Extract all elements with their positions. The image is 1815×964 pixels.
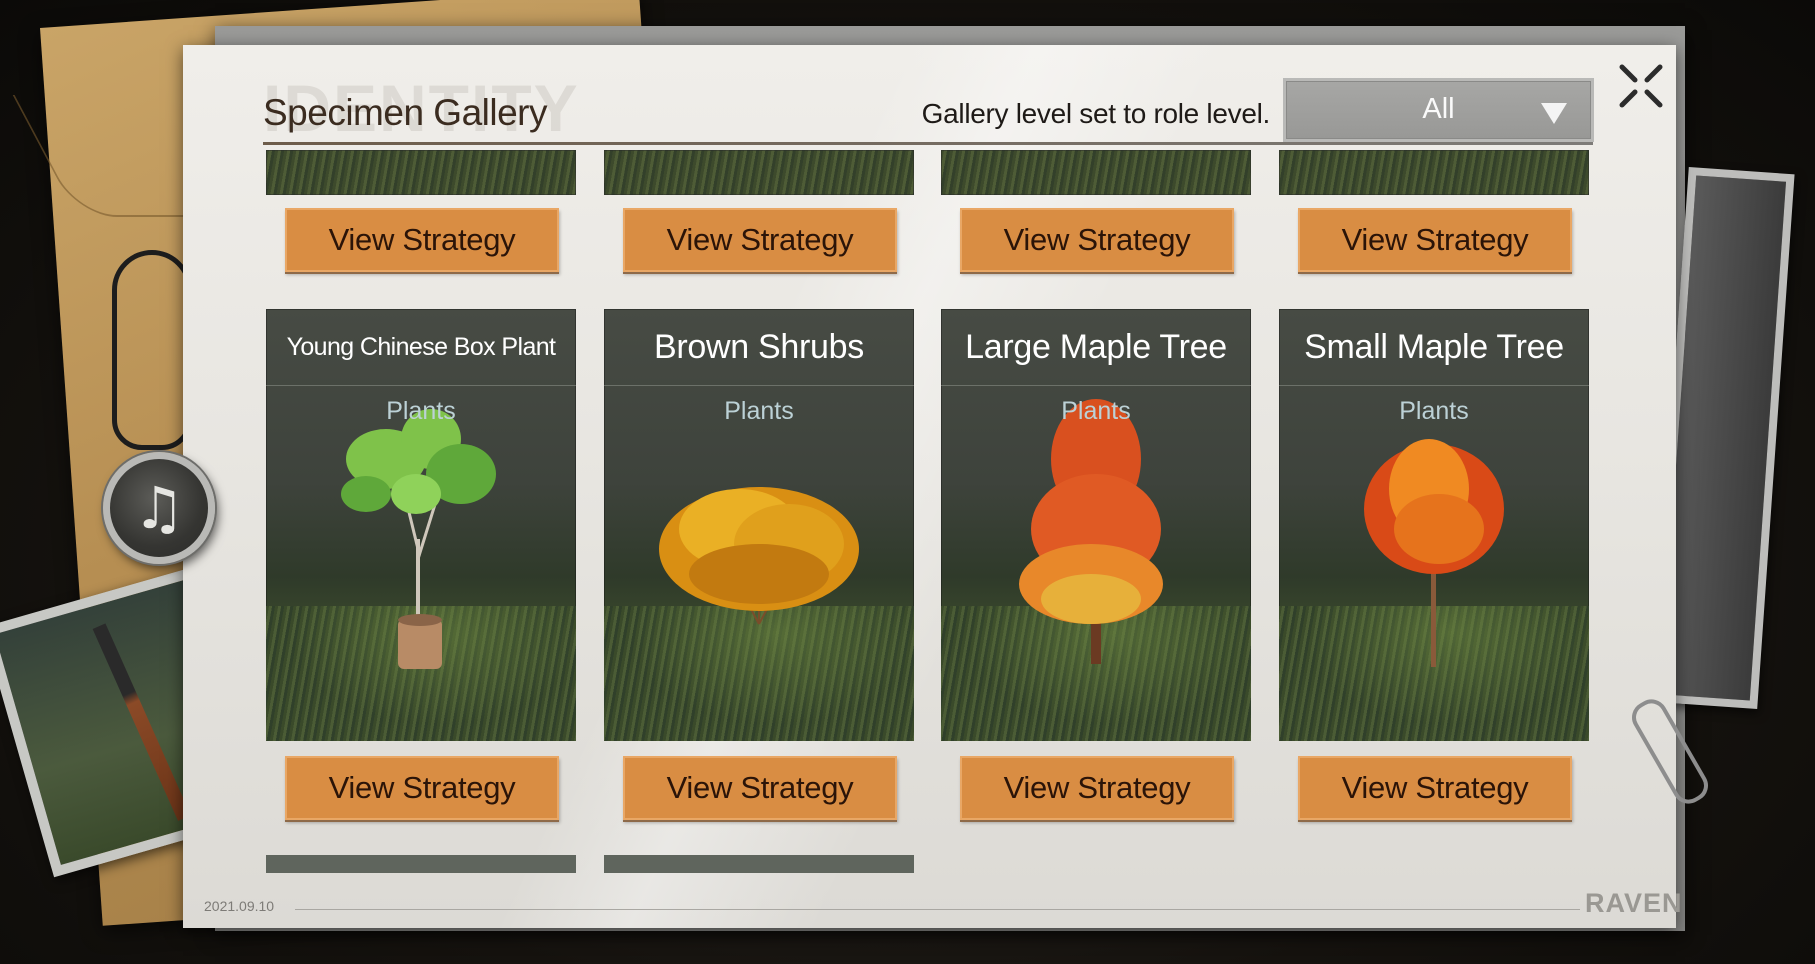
view-strategy-button[interactable]: View Strategy: [1298, 756, 1572, 820]
partial-card[interactable]: [604, 855, 914, 873]
card-category: Plants: [1061, 397, 1131, 425]
specimen-card-brown-shrubs[interactable]: Brown Shrubs Plants: [604, 309, 914, 741]
footer-date: 2021.09.10: [204, 898, 275, 914]
card-category: Plants: [386, 397, 456, 425]
card-name: Small Maple Tree: [1279, 309, 1589, 386]
card-name: Young Chinese Box Plant: [266, 309, 576, 386]
title-divider: [263, 142, 1593, 145]
specimen-card-young-chinese-box-plant[interactable]: Young Chinese Box Plant Plants: [266, 309, 576, 741]
view-strategy-button[interactable]: View Strategy: [285, 756, 559, 820]
card-name: Large Maple Tree: [941, 309, 1251, 386]
partial-card[interactable]: [266, 855, 576, 873]
footer-divider: [295, 909, 1580, 910]
music-note-icon: ♫: [133, 474, 185, 542]
view-strategy-button[interactable]: View Strategy: [960, 756, 1234, 820]
partial-card-image: [941, 150, 1251, 195]
brand-label: RAVEN: [1585, 888, 1683, 918]
card-category: Plants: [724, 397, 794, 425]
necklace-cord: [112, 250, 192, 450]
partial-card-image: [604, 150, 914, 195]
partial-card-image: [1279, 150, 1589, 195]
specimen-card-large-maple-tree[interactable]: Large Maple Tree Plants: [941, 309, 1251, 741]
close-icon: [1619, 64, 1663, 108]
specimen-card-small-maple-tree[interactable]: Small Maple Tree Plants: [1279, 309, 1589, 741]
view-strategy-button[interactable]: View Strategy: [623, 756, 897, 820]
card-category: Plants: [1399, 397, 1469, 425]
card-name: Brown Shrubs: [604, 309, 914, 386]
level-filter-dropdown[interactable]: All: [1283, 78, 1594, 142]
view-strategy-button[interactable]: View Strategy: [960, 208, 1234, 272]
close-button[interactable]: [1617, 62, 1665, 110]
gallery-level-note: Gallery level set to role level.: [921, 98, 1271, 129]
chevron-down-icon: [1541, 103, 1567, 124]
partial-card-image: [266, 150, 576, 195]
view-strategy-button[interactable]: View Strategy: [623, 208, 897, 272]
page-title: Specimen Gallery: [263, 92, 548, 133]
view-strategy-button[interactable]: View Strategy: [285, 208, 559, 272]
view-strategy-button[interactable]: View Strategy: [1298, 208, 1572, 272]
music-toggle-button[interactable]: ♫: [103, 452, 215, 564]
